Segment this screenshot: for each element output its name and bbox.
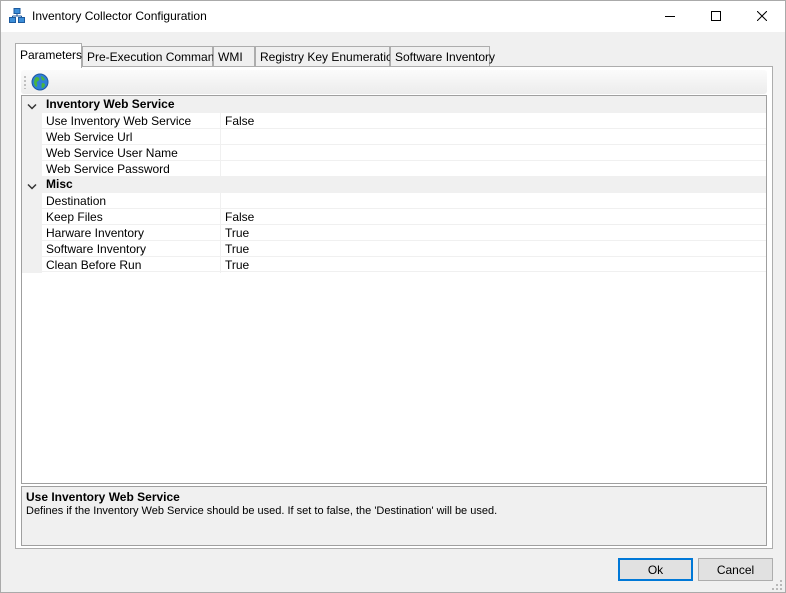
property-name: Software Inventory (46, 242, 147, 256)
tab-wmi[interactable]: WMI (213, 46, 255, 67)
property-name: Keep Files (46, 210, 103, 224)
window-title: Inventory Collector Configuration (32, 9, 207, 23)
property-value[interactable]: True (225, 242, 249, 256)
property-name: Use Inventory Web Service (46, 114, 192, 128)
property-name: Web Service Url (46, 130, 133, 144)
property-row-software-inventory[interactable]: Software Inventory True (22, 240, 766, 257)
parameters-panel: Inventory Web Service Use Inventory Web … (15, 66, 773, 549)
close-button[interactable] (739, 1, 785, 32)
help-title: Use Inventory Web Service (26, 490, 180, 504)
property-name: Web Service Password (46, 162, 170, 176)
property-name: Clean Before Run (46, 258, 142, 272)
close-icon (756, 10, 768, 24)
resize-grip-icon[interactable] (772, 579, 782, 590)
minimize-button[interactable] (647, 1, 693, 32)
cancel-button[interactable]: Cancel (698, 558, 773, 581)
property-name: Harware Inventory (46, 226, 145, 240)
property-value[interactable]: False (225, 210, 254, 224)
property-name: Destination (46, 194, 107, 208)
tab-label: Software Inventory (395, 50, 496, 64)
property-value[interactable]: False (225, 114, 254, 128)
property-name: Web Service User Name (46, 146, 178, 160)
tab-label: Pre-Execution Commands (87, 50, 228, 64)
help-panel: Use Inventory Web Service Defines if the… (21, 486, 767, 546)
chevron-down-icon[interactable] (27, 100, 37, 110)
property-value[interactable]: True (225, 226, 249, 240)
tab-pre-execution-commands[interactable]: Pre-Execution Commands (82, 46, 227, 67)
property-row-keep-files[interactable]: Keep Files False (22, 208, 766, 225)
chevron-down-icon[interactable] (27, 180, 37, 190)
category-label: Misc (46, 177, 73, 191)
property-toolbar (21, 70, 767, 94)
property-grid: Inventory Web Service Use Inventory Web … (21, 95, 767, 484)
property-row-destination[interactable]: Destination (22, 192, 766, 209)
toolbar-grip[interactable] (24, 75, 26, 89)
category-label: Inventory Web Service (46, 97, 175, 111)
category-row-misc[interactable]: Misc (22, 176, 766, 192)
maximize-icon (711, 10, 721, 24)
tab-label: WMI (218, 50, 243, 64)
title-bar[interactable]: Inventory Collector Configuration (1, 1, 785, 32)
help-description: Defines if the Inventory Web Service sho… (26, 505, 498, 517)
tab-parameters[interactable]: Parameters (15, 43, 82, 68)
property-row-web-service-user-name[interactable]: Web Service User Name (22, 144, 766, 161)
property-row-web-service-url[interactable]: Web Service Url (22, 128, 766, 145)
tab-software-inventory[interactable]: Software Inventory (390, 46, 495, 67)
globe-icon[interactable] (31, 73, 49, 91)
tab-label: Parameters (20, 48, 83, 62)
property-value[interactable]: True (225, 258, 249, 272)
maximize-button[interactable] (693, 1, 739, 32)
property-row-web-service-password[interactable]: Web Service Password (22, 160, 766, 177)
dialog-window: Inventory Collector Configuration Parame… (0, 0, 786, 593)
minimize-icon (665, 10, 675, 24)
ok-button[interactable]: Ok (618, 558, 693, 581)
property-row-use-inventory-web-service[interactable]: Use Inventory Web Service False (22, 112, 766, 129)
category-row-inventory-web-service[interactable]: Inventory Web Service (22, 96, 766, 112)
tab-registry-key-enumeration[interactable]: Registry Key Enumeration (255, 46, 399, 67)
property-row-clean-before-run[interactable]: Clean Before Run True (22, 256, 766, 273)
tab-label: Registry Key Enumeration (260, 50, 400, 64)
property-row-harware-inventory[interactable]: Harware Inventory True (22, 224, 766, 241)
network-boxes-icon (9, 8, 25, 24)
